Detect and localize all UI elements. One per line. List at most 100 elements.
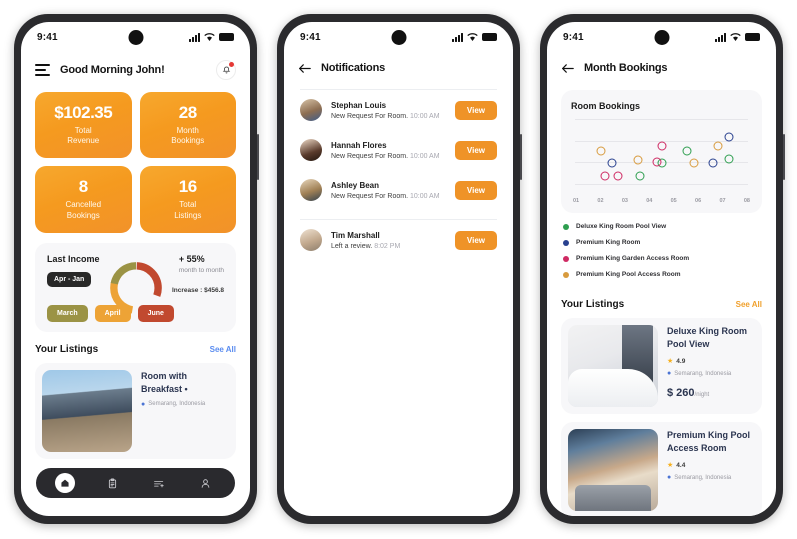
stat-card-total-listings[interactable]: 16 Total Listings: [139, 166, 236, 233]
listing-thumbnail: [568, 429, 658, 511]
data-point: [633, 155, 643, 165]
listings-section-header: Your Listings See All: [21, 332, 250, 355]
signal-icon: [189, 32, 200, 42]
notification-name: Stephan Louis: [331, 100, 387, 110]
legend-item[interactable]: Deluxe King Room Pool View: [563, 223, 760, 230]
notification-badge: [229, 62, 234, 67]
section-title: Your Listings: [35, 343, 99, 355]
legend-label: Premium King Garden Access Room: [576, 255, 690, 262]
see-all-link[interactable]: See All: [736, 300, 762, 309]
battery-icon: [219, 33, 234, 41]
stat-value: 8: [78, 177, 88, 197]
screen-dashboard: 9:41 Good Morning John! $102.35 Total Re…: [21, 22, 250, 516]
notification-name: Tim Marshall: [331, 230, 380, 240]
stat-card-month-bookings[interactable]: 28 Month Bookings: [139, 92, 236, 159]
notification-text: New Request For Room.: [331, 112, 409, 120]
legend-item[interactable]: Premium King Pool Access Room: [563, 271, 760, 278]
nav-bookings[interactable]: [102, 473, 122, 493]
back-arrow-icon[interactable]: [561, 63, 574, 74]
notification-row[interactable]: Hannah Flores New Request For Room. 10:0…: [284, 130, 513, 170]
notifications-header: Notifications: [284, 52, 513, 80]
notification-text: New Request For Room.: [331, 152, 409, 160]
date-range-chip[interactable]: Apr - Jan: [47, 271, 92, 287]
listings-section-header: Your Listings See All: [547, 287, 776, 310]
view-button[interactable]: View: [454, 230, 497, 250]
x-tick-label: 01: [573, 198, 580, 204]
page-title: Good Morning John!: [60, 64, 165, 76]
hamburger-icon[interactable]: [35, 64, 50, 76]
data-point: [689, 158, 699, 168]
phone-dashboard: 9:41 Good Morning John! $102.35 Total Re…: [14, 14, 259, 524]
wifi-icon: [730, 32, 741, 41]
mockup-canvas: 9:41 Good Morning John! $102.35 Total Re…: [0, 0, 797, 539]
stat-label: Cancelled Bookings: [65, 199, 102, 220]
avatar: [300, 179, 322, 201]
stat-value: 16: [178, 177, 197, 197]
income-subtitle: month to month: [178, 266, 224, 274]
battery-icon: [482, 33, 497, 41]
stat-value: 28: [178, 103, 197, 122]
avatar: [300, 99, 322, 121]
x-tick-label: 07: [719, 198, 726, 204]
chart-legend: Deluxe King Room Pool View Premium King R…: [547, 213, 776, 278]
notification-row[interactable]: Stephan Louis New Request For Room. 10:0…: [284, 90, 513, 130]
status-bar: 9:41: [284, 22, 513, 52]
legend-item[interactable]: Premium King Garden Access Room: [563, 255, 760, 262]
legend-item[interactable]: Premium King Room: [563, 239, 760, 246]
legend-label: Deluxe King Room Pool View: [576, 223, 667, 230]
stat-label: Month Bookings: [171, 125, 205, 146]
screen-month-bookings: 9:41 Month Bookings Room Bookings 01 02 03…: [547, 22, 776, 516]
view-button[interactable]: View: [454, 140, 497, 160]
data-point: [596, 146, 606, 156]
nav-home[interactable]: [55, 473, 76, 493]
data-point: [724, 132, 734, 142]
price-unit: /night: [694, 392, 710, 399]
income-donut-chart: [105, 257, 167, 324]
month-bookings-header: Month Bookings: [547, 52, 776, 80]
rating-value: 4.9: [676, 357, 686, 365]
listing-card[interactable]: Room with Breakfast • ● Semarang, Indone…: [35, 362, 236, 459]
income-percent: + 55%: [178, 253, 205, 264]
page-title: Notifications: [321, 62, 386, 74]
listing-rating: ★ 4.4: [667, 461, 755, 470]
month-button-march[interactable]: March: [47, 304, 88, 322]
x-tick-label: 04: [646, 198, 653, 204]
legend-label: Premium King Pool Access Room: [576, 271, 681, 278]
stat-card-cancelled-bookings[interactable]: 8 Cancelled Bookings: [35, 166, 132, 233]
notification-row[interactable]: Ashley Bean New Request For Room. 10:00 …: [284, 170, 513, 210]
notification-time: 10:00 AM: [409, 152, 440, 160]
view-button[interactable]: View: [454, 180, 497, 200]
back-arrow-icon[interactable]: [298, 63, 311, 74]
legend-color-dot: [563, 255, 569, 262]
stat-card-total-revenue[interactable]: $102.35 Total Revenue: [35, 92, 132, 159]
income-increase: Increase : $456.8: [171, 286, 224, 294]
status-indicators: [189, 32, 234, 42]
nav-profile[interactable]: [196, 473, 216, 493]
last-income-card: Last Income Apr - Jan + 55% month to mon…: [35, 242, 236, 332]
location-pin-icon: ●: [667, 474, 672, 482]
view-button[interactable]: View: [454, 100, 497, 120]
signal-icon: [715, 32, 726, 42]
signal-icon: [452, 32, 463, 42]
data-point: [652, 157, 662, 167]
nav-add-listing[interactable]: [149, 473, 169, 493]
listing-card[interactable]: Deluxe King Room Pool View ★ 4.9 ● Semar…: [561, 318, 762, 414]
status-time: 9:41: [37, 31, 58, 43]
price-value: $ 260: [667, 387, 695, 400]
notification-name: Ashley Bean: [331, 180, 380, 190]
gridline: [575, 119, 748, 120]
notifications-button[interactable]: [216, 60, 236, 80]
listing-location: ● Semarang, Indonesia: [141, 401, 229, 408]
notification-row[interactable]: Tim Marshall Left a review. 8:02 PM View: [284, 220, 513, 260]
legend-label: Premium King Room: [576, 239, 641, 246]
chart-title: Room Bookings: [571, 101, 640, 111]
listing-card[interactable]: Premium King Pool Access Room ★ 4.4 ● Se…: [561, 422, 762, 516]
x-tick-label: 05: [670, 198, 677, 204]
data-point: [600, 171, 610, 181]
data-point: [724, 154, 734, 164]
see-all-link[interactable]: See All: [210, 345, 236, 354]
notification-time: 8:02 PM: [374, 242, 401, 250]
status-bar: 9:41: [547, 22, 776, 52]
listing-rating: ★ 4.9: [667, 357, 755, 366]
data-point: [613, 171, 623, 181]
